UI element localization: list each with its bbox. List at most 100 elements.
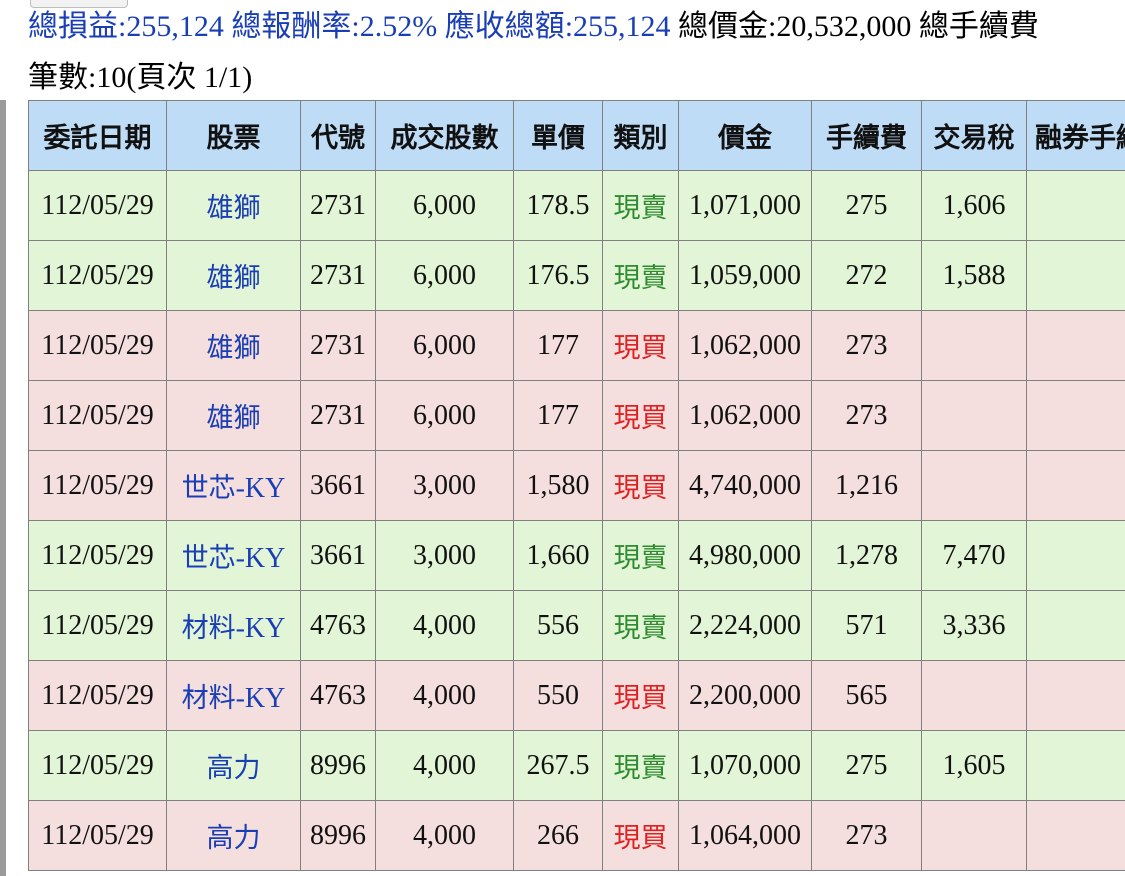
table-row[interactable]: 112/05/29 雄獅 2731 6,000 176.5 現賣 1,059,000 272 1… (28, 240, 1125, 311)
total-fee-label: 總手續費 (918, 9, 1039, 44)
cell-shares: 4,000 (375, 660, 514, 731)
cell-shares: 4,000 (375, 730, 514, 801)
cell-price: 1,660 (513, 520, 603, 591)
stock-suffix[interactable]: -KY (236, 543, 286, 574)
cell-kind: 現賣 (602, 730, 679, 801)
stock-name[interactable]: 材料 (182, 683, 236, 714)
cell-code: 2731 (300, 310, 376, 381)
cell-code: 3661 (300, 450, 376, 521)
cell-price: 176.5 (513, 240, 603, 311)
cell-date: 112/05/29 (28, 240, 167, 311)
cell-date: 112/05/29 (28, 170, 167, 241)
cell-amount: 4,980,000 (678, 520, 812, 591)
stock-suffix[interactable]: -KY (236, 613, 286, 644)
cell-amount: 2,200,000 (678, 660, 812, 731)
page-value: 1/1 (203, 61, 243, 94)
stock-name[interactable]: 雄獅 (207, 193, 261, 224)
cell-shares: 4,000 (375, 800, 514, 871)
cell-stock[interactable]: 高力 (166, 730, 301, 801)
total-receivable-label: 應收總額 (444, 9, 565, 44)
cell-fee: 275 (811, 170, 922, 241)
cell-fee: 275 (811, 730, 922, 801)
cell-code: 2731 (300, 240, 376, 311)
stock-suffix[interactable]: -KY (236, 683, 286, 714)
cell-code: 3661 (300, 520, 376, 591)
cell-shares: 4,000 (375, 590, 514, 661)
total-return-value: 2.52% (359, 10, 438, 43)
cell-stock[interactable]: 雄獅 (166, 310, 301, 381)
header-stock[interactable]: 股票 (166, 100, 301, 171)
cell-shares: 6,000 (375, 240, 514, 311)
cell-kind: 現賣 (602, 590, 679, 661)
cell-margin-fee (1026, 800, 1125, 871)
header-amount[interactable]: 價金 (678, 100, 812, 171)
cell-amount: 1,071,000 (678, 170, 812, 241)
cell-stock[interactable]: 世芯-KY (166, 450, 301, 521)
table-row[interactable]: 112/05/29 世芯-KY 3661 3,000 1,660 現賣 4,980,000 1… (28, 520, 1125, 591)
stock-suffix[interactable]: -KY (236, 473, 286, 504)
header-shares[interactable]: 成交股數 (375, 100, 514, 171)
cell-stock[interactable]: 雄獅 (166, 170, 301, 241)
cell-fee: 272 (811, 240, 922, 311)
header-fee[interactable]: 手續費 (811, 100, 922, 171)
cell-fee: 273 (811, 380, 922, 451)
header-kind[interactable]: 類別 (602, 100, 679, 171)
stock-name[interactable]: 雄獅 (207, 403, 261, 434)
cell-kind: 現買 (602, 660, 679, 731)
cell-tax (921, 660, 1027, 731)
table-row[interactable]: 112/05/29 高力 8996 4,000 267.5 現賣 1,070,000 275 1… (28, 730, 1125, 801)
cell-tax: 1,605 (921, 730, 1027, 801)
cell-shares: 6,000 (375, 380, 514, 451)
left-scrollbar[interactable] (0, 100, 6, 876)
table-row[interactable]: 112/05/29 雄獅 2731 6,000 177 現買 1,062,000 273 (28, 380, 1125, 451)
cell-stock[interactable]: 高力 (166, 800, 301, 871)
total-profit-label: 總損益 (28, 9, 118, 44)
cell-margin-fee (1026, 450, 1125, 521)
stock-name[interactable]: 世芯 (182, 473, 236, 504)
stock-name[interactable]: 雄獅 (207, 263, 261, 294)
header-tax[interactable]: 交易稅 (921, 100, 1027, 171)
cell-date: 112/05/29 (28, 730, 167, 801)
cell-stock[interactable]: 材料-KY (166, 590, 301, 661)
cell-margin-fee (1026, 380, 1125, 451)
cell-amount: 1,070,000 (678, 730, 812, 801)
cell-code: 8996 (300, 730, 376, 801)
stock-name[interactable]: 雄獅 (207, 333, 261, 364)
cell-code: 8996 (300, 800, 376, 871)
stock-name[interactable]: 高力 (207, 823, 261, 854)
cell-stock[interactable]: 雄獅 (166, 380, 301, 451)
cell-price: 550 (513, 660, 603, 731)
cell-price: 266 (513, 800, 603, 871)
total-return-label: 總報酬率 (231, 9, 352, 44)
total-price-value: 20,532,000 (776, 10, 912, 43)
record-count-line: 筆數:10(頁次 1/1) (28, 60, 253, 95)
cell-price: 1,580 (513, 450, 603, 521)
cell-price: 556 (513, 590, 603, 661)
cell-fee: 273 (811, 310, 922, 381)
cell-shares: 3,000 (375, 450, 514, 521)
cell-tax (921, 450, 1027, 521)
cell-stock[interactable]: 雄獅 (166, 240, 301, 311)
header-code[interactable]: 代號 (300, 100, 376, 171)
table-row[interactable]: 112/05/29 雄獅 2731 6,000 178.5 現賣 1,071,000 275 1… (28, 170, 1125, 241)
table-row[interactable]: 112/05/29 材料-KY 4763 4,000 556 現賣 2,224,000 571… (28, 590, 1125, 661)
header-unit-price[interactable]: 單價 (513, 100, 603, 171)
table-row[interactable]: 112/05/29 世芯-KY 3661 3,000 1,580 現買 4,740,000 1… (28, 450, 1125, 521)
cell-date: 112/05/29 (28, 380, 167, 451)
table-row[interactable]: 112/05/29 雄獅 2731 6,000 177 現買 1,062,000 273 (28, 310, 1125, 381)
cell-stock[interactable]: 世芯-KY (166, 520, 301, 591)
header-margin-fee[interactable]: 融券手續費 (1026, 100, 1125, 171)
cell-kind: 現買 (602, 450, 679, 521)
table-header-row: 委託日期 股票 代號 成交股數 單價 類別 價金 手續費 交易稅 融券手續費 (28, 100, 1125, 171)
transactions-table-container: 委託日期 股票 代號 成交股數 單價 類別 價金 手續費 交易稅 融券手續費 1… (28, 100, 1125, 876)
table-row[interactable]: 112/05/29 材料-KY 4763 4,000 550 現買 2,200,000 565 (28, 660, 1125, 731)
header-order-date[interactable]: 委託日期 (28, 100, 167, 171)
cell-date: 112/05/29 (28, 800, 167, 871)
cell-date: 112/05/29 (28, 450, 167, 521)
stock-name[interactable]: 高力 (207, 753, 261, 784)
stock-name[interactable]: 世芯 (182, 543, 236, 574)
cell-stock[interactable]: 材料-KY (166, 660, 301, 731)
table-row[interactable]: 112/05/29 高力 8996 4,000 266 現買 1,064,000 273 (28, 800, 1125, 871)
stock-name[interactable]: 材料 (182, 613, 236, 644)
cell-code: 2731 (300, 380, 376, 451)
